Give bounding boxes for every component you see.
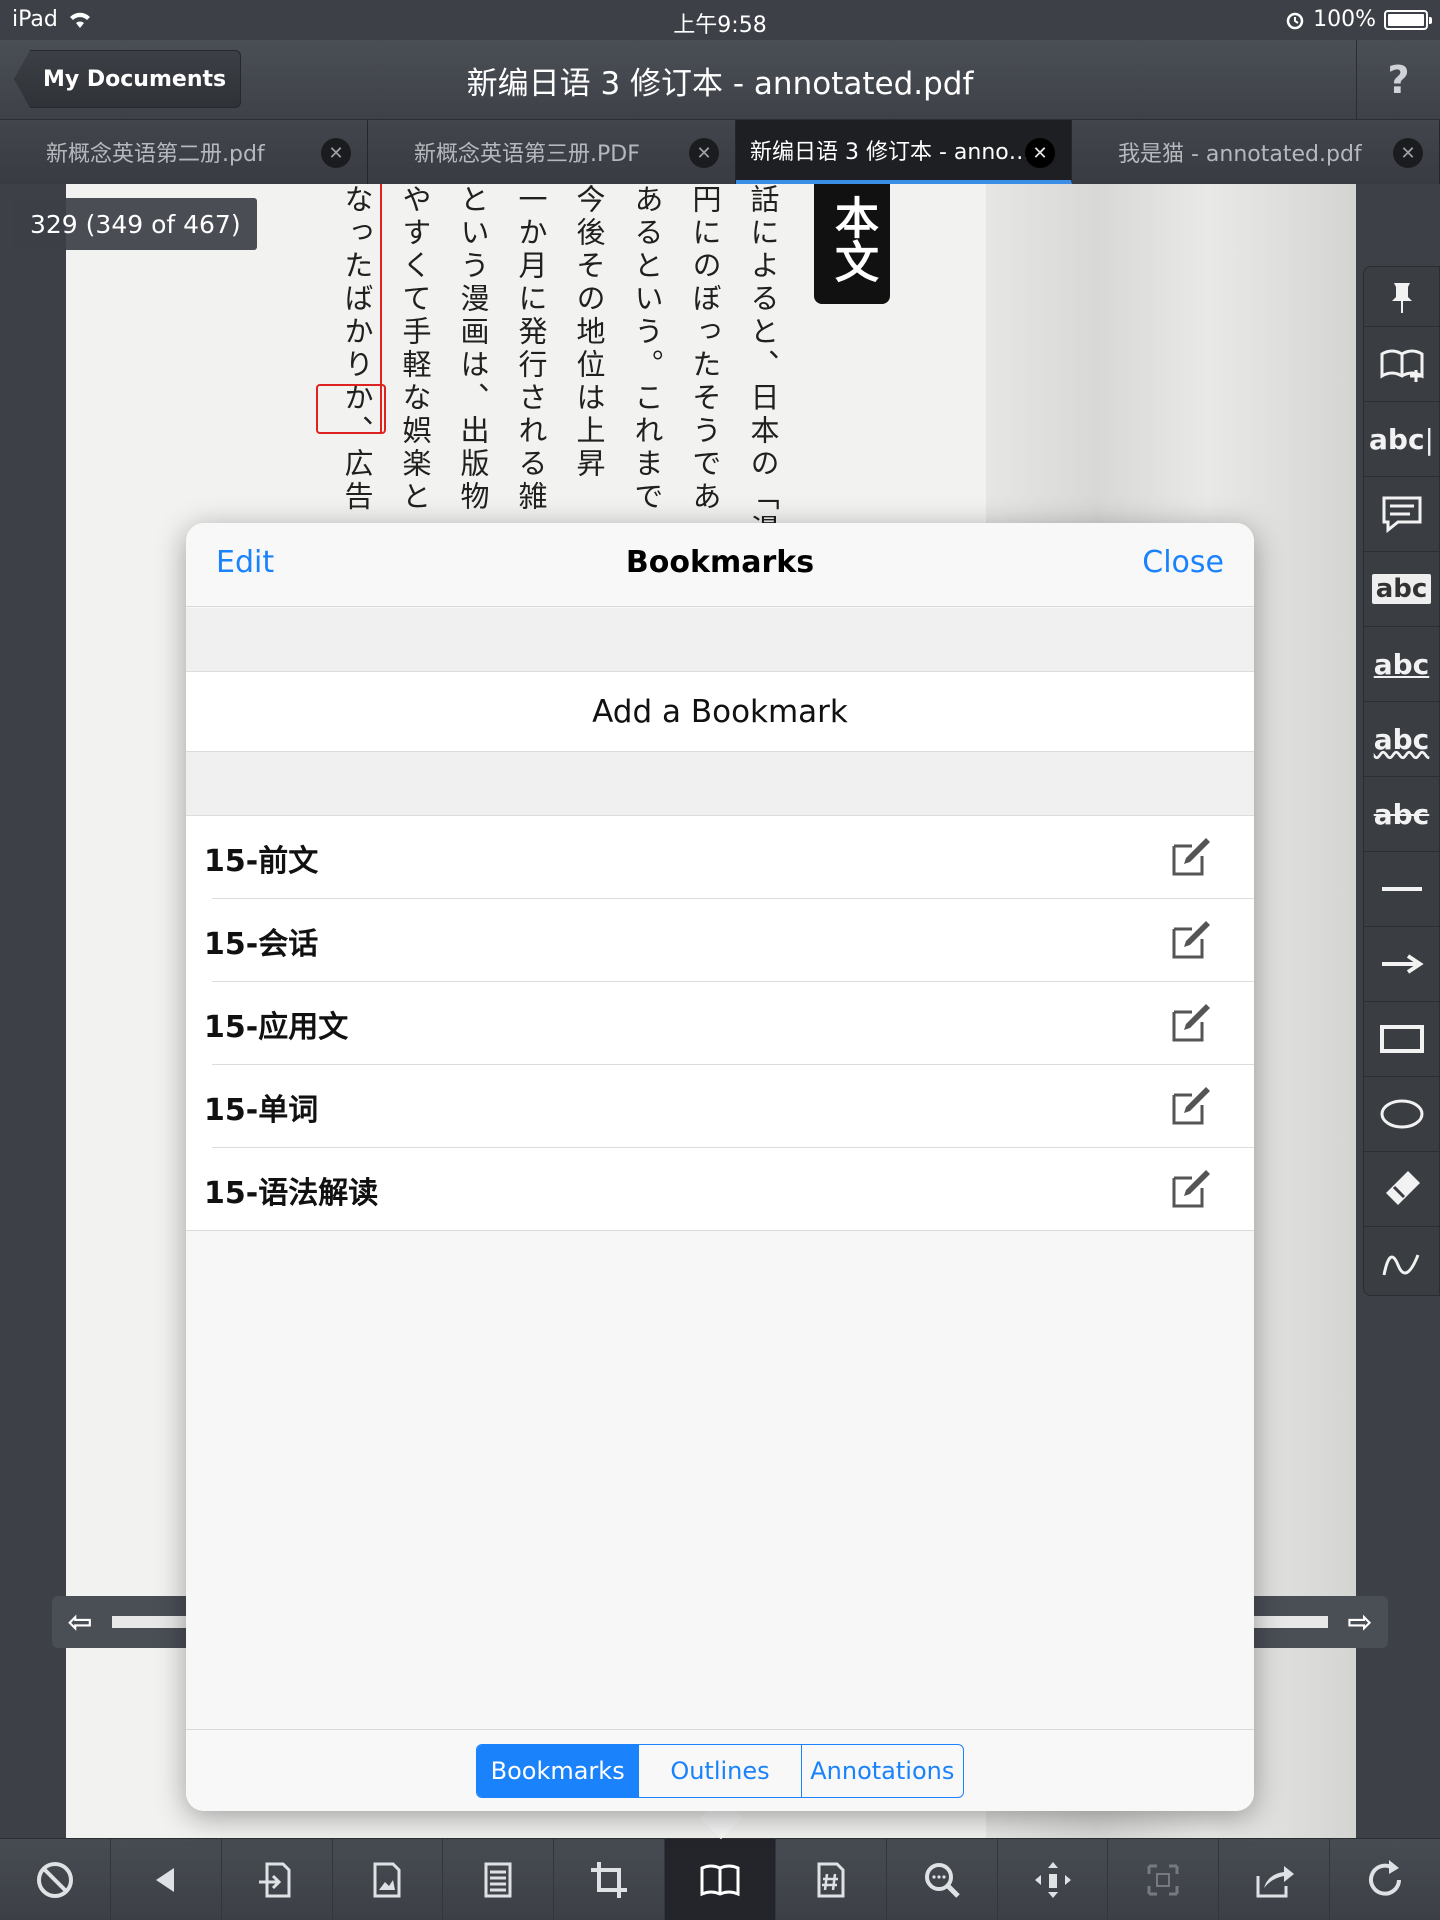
bottom-toolbar [0, 1838, 1440, 1920]
highlight-label: abc [1371, 574, 1432, 604]
text-column: やすくて手軽な娯楽と [398, 184, 432, 514]
bookmark-item[interactable]: 15-会话 [186, 899, 1254, 982]
red-annotation-shape[interactable] [316, 384, 386, 434]
popover-title: Bookmarks [625, 545, 815, 580]
tab-label: 我是猫 - annotated.pdf [1118, 142, 1362, 167]
clock: 上午9:58 [673, 13, 767, 38]
page-number-icon[interactable] [776, 1839, 887, 1920]
text-column: 話によると、日本の「漫 [746, 184, 780, 547]
tab-nce-book2[interactable]: 新概念英语第二册.pdf ✕ [0, 120, 368, 184]
tab-label: 新概念英语第二册.pdf [46, 142, 265, 167]
view-segmented-control: Bookmarks Outlines Annotations [476, 1744, 964, 1798]
crop-icon[interactable] [554, 1839, 666, 1920]
status-bar: iPad 上午9:58 100% [0, 0, 1440, 40]
document-tabs: 新概念英语第二册.pdf ✕ 新概念英语第三册.PDF ✕ 新编日语 3 修订本… [0, 120, 1440, 184]
freehand-icon[interactable] [1364, 1227, 1439, 1302]
section-spacer [186, 752, 1254, 816]
highlight-icon[interactable]: abc [1364, 552, 1439, 627]
export-page-icon[interactable] [222, 1839, 333, 1920]
bookmark-item[interactable]: 15-前文 [186, 816, 1254, 899]
text-insert-icon[interactable]: abc | [1364, 402, 1439, 477]
add-bookmark-button[interactable]: Add a Bookmark [186, 672, 1254, 752]
text-column: 一か月に発行される雑 [514, 184, 548, 514]
tab-nce-book3[interactable]: 新概念英语第三册.PDF ✕ [368, 120, 736, 184]
bookmark-item[interactable]: 15-应用文 [186, 982, 1254, 1065]
alarm-icon [1286, 12, 1304, 29]
edit-bookmark-icon[interactable] [1168, 917, 1214, 963]
page-layout-icon[interactable] [443, 1839, 555, 1920]
text-column: という漫画は、出版物 [456, 184, 490, 514]
no-entry-icon[interactable] [0, 1839, 111, 1920]
text-tool-label: abc [1369, 422, 1425, 456]
text-column: あるという。これまで [630, 184, 664, 514]
section-heading-block: 本文 [814, 184, 890, 304]
bookmarks-list-area[interactable]: Add a Bookmark 15-前文 15-会话 15-应用文 15-单词 … [186, 608, 1254, 1728]
popover-header: Edit Bookmarks Close [186, 523, 1254, 607]
close-icon[interactable]: ✕ [321, 138, 351, 168]
edit-bookmark-icon[interactable] [1168, 1083, 1214, 1129]
battery-icon [1384, 9, 1432, 30]
segment-bookmarks[interactable]: Bookmarks [477, 1745, 640, 1797]
navigation-bar: My Documents 新编日语 3 修订本 - annotated.pdf … [0, 40, 1440, 120]
ellipse-icon[interactable] [1364, 1077, 1439, 1152]
bookmark-item[interactable]: 15-语法解读 [186, 1148, 1254, 1231]
popover-footer: Bookmarks Outlines Annotations [186, 1729, 1254, 1811]
bookmark-label: 15-会话 [204, 926, 319, 962]
text-column: 今後その地位は上昇 [572, 184, 606, 481]
bookmarks-popover: Edit Bookmarks Close Add a Bookmark 15-前… [186, 523, 1254, 1811]
page-indicator: 329 (349 of 467) [14, 198, 257, 250]
close-icon[interactable]: ✕ [689, 138, 719, 168]
image-icon[interactable] [333, 1839, 444, 1920]
edit-bookmark-icon[interactable] [1168, 1166, 1214, 1212]
add-bookmark-icon[interactable] [1364, 327, 1439, 402]
tab-xinbian-riyu[interactable]: 新编日语 3 修订本 - anno… ✕ [736, 120, 1072, 184]
segment-annotations[interactable]: Annotations [802, 1745, 963, 1797]
edit-bookmark-icon[interactable] [1168, 1000, 1214, 1046]
bookmarks-list: 15-前文 15-会话 15-应用文 15-单词 15-语法解读 [186, 816, 1254, 1231]
help-button[interactable]: ? [1356, 40, 1440, 120]
tab-label: 新编日语 3 修订本 - anno… [750, 140, 1031, 165]
share-icon[interactable] [1219, 1839, 1331, 1920]
battery-percent: 100% [1313, 7, 1376, 32]
strikethrough-label: abc [1373, 797, 1430, 831]
arrow-icon[interactable] [1364, 927, 1439, 1002]
previous-page-arrow-icon[interactable]: ⇦ [60, 1602, 100, 1642]
close-icon[interactable]: ✕ [1025, 138, 1055, 168]
refresh-icon[interactable] [1330, 1839, 1440, 1920]
next-page-arrow-icon[interactable]: ⇨ [1340, 1602, 1380, 1642]
underline-icon[interactable]: abc [1364, 627, 1439, 702]
edit-bookmark-icon[interactable] [1168, 834, 1214, 880]
back-icon[interactable] [111, 1839, 222, 1920]
annotation-toolbar: abc | abc abc abc abc [1363, 266, 1440, 1296]
section-spacer [186, 608, 1254, 672]
text-column: 円にのぼったそうであ [688, 184, 722, 514]
eraser-icon[interactable] [1364, 1152, 1439, 1227]
tab-label: 新概念英语第三册.PDF [414, 142, 640, 167]
my-documents-button[interactable]: My Documents [14, 50, 242, 108]
move-icon[interactable] [998, 1839, 1109, 1920]
book-icon[interactable] [665, 1839, 776, 1920]
comment-icon[interactable] [1364, 477, 1439, 552]
strikethrough-icon[interactable]: abc [1364, 777, 1439, 852]
text-column: なったばかりか、広告 [340, 184, 374, 514]
close-icon[interactable]: ✕ [1393, 138, 1423, 168]
tab-wo-shi-mao[interactable]: 我是猫 - annotated.pdf ✕ [1072, 120, 1440, 184]
rectangle-icon[interactable] [1364, 1002, 1439, 1077]
bookmark-item[interactable]: 15-单词 [186, 1065, 1254, 1148]
line-icon[interactable] [1364, 852, 1439, 927]
bookmark-label: 15-应用文 [204, 1009, 349, 1045]
pin-icon[interactable] [1364, 267, 1439, 327]
bookmark-label: 15-单词 [204, 1092, 319, 1128]
close-button[interactable]: Close [1142, 545, 1224, 580]
squiggly-icon[interactable]: abc [1364, 702, 1439, 777]
segment-outlines[interactable]: Outlines [639, 1745, 802, 1797]
document-title: 新编日语 3 修订本 - annotated.pdf [466, 66, 974, 102]
bookmark-label: 15-前文 [204, 843, 319, 879]
bookmark-label: 15-语法解读 [204, 1175, 379, 1211]
search-icon[interactable] [887, 1839, 998, 1920]
squiggly-label: abc [1373, 722, 1430, 756]
fullscreen-icon[interactable] [1108, 1839, 1220, 1920]
underline-label: abc [1373, 647, 1430, 681]
